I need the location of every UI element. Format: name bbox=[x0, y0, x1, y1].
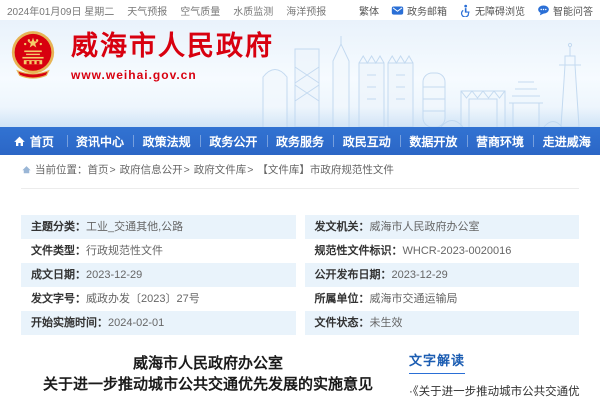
sidebar-item-label: 《关于进一步推动城市公共交通优先发展的实施意见》政策解读 bbox=[413, 386, 580, 400]
site-banner: 威海市人民政府 www.weihai.gov.cn bbox=[0, 20, 600, 127]
site-brand[interactable]: 威海市人民政府 www.weihai.gov.cn bbox=[10, 30, 274, 82]
nav-item-business-env[interactable]: 营商环境 bbox=[467, 127, 534, 155]
nav-label: 政务服务 bbox=[276, 133, 324, 150]
info-cell-normative-id: 规范性文件标识：WHCR-2023-0020016 bbox=[305, 239, 580, 263]
nav-label: 数据开放 bbox=[409, 133, 457, 150]
info-value: 2023-12-29 bbox=[86, 269, 142, 281]
info-label: 主题分类： bbox=[31, 221, 86, 233]
table-row: 开始实施时间：2024-02-01 文件状态：未生效 bbox=[21, 311, 579, 335]
breadcrumb-link-normative-documents[interactable]: 【文件库】市政府规范性文件 bbox=[257, 162, 394, 177]
breadcrumb-separator: > bbox=[184, 164, 190, 176]
nav-item-home[interactable]: 首页 bbox=[0, 127, 67, 155]
sidebar-title-text-interpretation[interactable]: 文字解读 bbox=[409, 350, 465, 374]
info-label: 开始实施时间： bbox=[31, 317, 108, 329]
info-cell-effective-date: 开始实施时间：2024-02-01 bbox=[21, 311, 296, 335]
nav-item-gov-services[interactable]: 政务服务 bbox=[267, 127, 334, 155]
info-value: 威海市人民政府办公室 bbox=[370, 221, 480, 233]
breadcrumb-link-home[interactable]: 首页 bbox=[88, 162, 109, 177]
main-content: 主题分类：工业_交通其他,公路 发文机关：威海市人民政府办公室 文件类型：行政规… bbox=[0, 215, 600, 400]
table-row: 成文日期：2023-12-29 公开发布日期：2023-12-29 bbox=[21, 263, 579, 287]
breadcrumb-separator: > bbox=[110, 164, 116, 176]
info-value: WHCR-2023-0020016 bbox=[403, 245, 512, 257]
info-cell-affiliated-unit: 所属单位：威海市交通运输局 bbox=[305, 287, 580, 311]
breadcrumb-link-info-disclosure[interactable]: 政府信息公开 bbox=[120, 162, 183, 177]
smart-qa-label: 智能问答 bbox=[553, 3, 593, 18]
nav-label: 营商环境 bbox=[476, 133, 524, 150]
breadcrumb-prefix: 当前位置： bbox=[35, 162, 88, 177]
nav-item-gov-disclosure[interactable]: 政务公开 bbox=[200, 127, 267, 155]
info-cell-document-type: 文件类型：行政规范性文件 bbox=[21, 239, 296, 263]
accessibility-link[interactable]: 无障碍浏览 bbox=[459, 3, 525, 18]
water-quality-link[interactable]: 水质监测 bbox=[233, 3, 273, 18]
traditional-chinese-link[interactable]: 繁体 bbox=[359, 3, 379, 18]
info-label: 公开发布日期： bbox=[315, 269, 392, 281]
info-value: 未生效 bbox=[370, 317, 403, 329]
table-row: 主题分类：工业_交通其他,公路 发文机关：威海市人民政府办公室 bbox=[21, 215, 579, 239]
weather-forecast-link[interactable]: 天气预报 bbox=[127, 3, 167, 18]
info-label: 规范性文件标识： bbox=[315, 245, 403, 257]
info-value: 威政办发〔2023〕27号 bbox=[86, 293, 200, 305]
accessibility-label: 无障碍浏览 bbox=[475, 3, 525, 18]
info-value: 2023-12-29 bbox=[392, 269, 448, 281]
nav-item-news-center[interactable]: 资讯中心 bbox=[67, 127, 134, 155]
nav-label: 政务公开 bbox=[209, 133, 257, 150]
document-title-line1: 威海市人民政府办公室 bbox=[21, 353, 395, 374]
air-quality-link[interactable]: 空气质量 bbox=[180, 3, 220, 18]
breadcrumb-home-icon bbox=[21, 164, 32, 175]
nav-label: 政民互动 bbox=[343, 133, 391, 150]
city-skyline-illustration bbox=[255, 35, 600, 127]
breadcrumb: 当前位置： 首页 > 政府信息公开 > 政府文件库 > 【文件库】市政府规范性文… bbox=[21, 155, 579, 189]
document-title: 威海市人民政府办公室 关于进一步推动城市公共交通优先发展的实施意见 bbox=[21, 350, 395, 400]
info-cell-issuing-agency: 发文机关：威海市人民政府办公室 bbox=[305, 215, 580, 239]
nav-label: 政策法规 bbox=[143, 133, 191, 150]
national-emblem bbox=[10, 30, 56, 82]
accessibility-icon bbox=[459, 4, 472, 17]
main-navigation: 首页 资讯中心 政策法规 政务公开 政务服务 政民互动 数据开放 营商环境 走进… bbox=[0, 127, 600, 155]
info-cell-document-status: 文件状态：未生效 bbox=[305, 311, 580, 335]
interpretation-sidebar: 文字解读 ·《关于进一步推动城市公共交通优先发展的实施意见》政策解读 bbox=[395, 350, 579, 400]
document-info-table: 主题分类：工业_交通其他,公路 发文机关：威海市人民政府办公室 文件类型：行政规… bbox=[21, 215, 579, 335]
breadcrumb-separator: > bbox=[247, 164, 253, 176]
nav-item-about-weihai[interactable]: 走进威海 bbox=[533, 127, 600, 155]
gov-mail-link[interactable]: 政务邮箱 bbox=[391, 3, 447, 18]
info-cell-topic-category: 主题分类：工业_交通其他,公路 bbox=[21, 215, 296, 239]
site-title: 威海市人民政府 bbox=[71, 31, 274, 61]
top-utility-bar: 2024年01月09日 星期二 天气预报 空气质量 水质监测 海洋预报 繁体 政… bbox=[0, 0, 600, 20]
site-url: www.weihai.gov.cn bbox=[71, 68, 274, 82]
table-row: 文件类型：行政规范性文件 规范性文件标识：WHCR-2023-0020016 bbox=[21, 239, 579, 263]
info-value: 行政规范性文件 bbox=[86, 245, 163, 257]
home-icon bbox=[13, 135, 26, 148]
document-title-line2: 关于进一步推动城市公共交通优先发展的实施意见 bbox=[21, 374, 395, 395]
breadcrumb-link-document-library[interactable]: 政府文件库 bbox=[194, 162, 247, 177]
info-label: 发文机关： bbox=[315, 221, 370, 233]
info-label: 文件状态： bbox=[315, 317, 370, 329]
info-label: 所属单位： bbox=[315, 293, 370, 305]
info-value: 威海市交通运输局 bbox=[370, 293, 458, 305]
info-cell-publish-date: 公开发布日期：2023-12-29 bbox=[305, 263, 580, 287]
nav-item-open-data[interactable]: 数据开放 bbox=[400, 127, 467, 155]
nav-label: 走进威海 bbox=[543, 133, 591, 150]
nav-item-policies[interactable]: 政策法规 bbox=[133, 127, 200, 155]
info-cell-written-date: 成文日期：2023-12-29 bbox=[21, 263, 296, 287]
gov-mail-label: 政务邮箱 bbox=[407, 3, 447, 18]
info-value: 工业_交通其他,公路 bbox=[86, 221, 183, 233]
mail-icon bbox=[391, 4, 404, 17]
info-label: 发文字号： bbox=[31, 293, 86, 305]
nav-label: 资讯中心 bbox=[76, 133, 124, 150]
info-label: 成文日期： bbox=[31, 269, 86, 281]
smart-qa-link[interactable]: 智能问答 bbox=[537, 3, 593, 18]
table-row: 发文字号：威政办发〔2023〕27号 所属单位：威海市交通运输局 bbox=[21, 287, 579, 311]
nav-label: 首页 bbox=[30, 133, 54, 150]
nav-item-interaction[interactable]: 政民互动 bbox=[333, 127, 400, 155]
info-cell-document-number: 发文字号：威政办发〔2023〕27号 bbox=[21, 287, 296, 311]
ocean-forecast-link[interactable]: 海洋预报 bbox=[286, 3, 326, 18]
current-date: 2024年01月09日 星期二 bbox=[7, 3, 114, 18]
info-value: 2024-02-01 bbox=[108, 317, 164, 329]
info-label: 文件类型： bbox=[31, 245, 86, 257]
chat-icon bbox=[537, 4, 550, 17]
sidebar-link-policy-interpretation[interactable]: ·《关于进一步推动城市公共交通优先发展的实施意见》政策解读 bbox=[409, 383, 581, 400]
